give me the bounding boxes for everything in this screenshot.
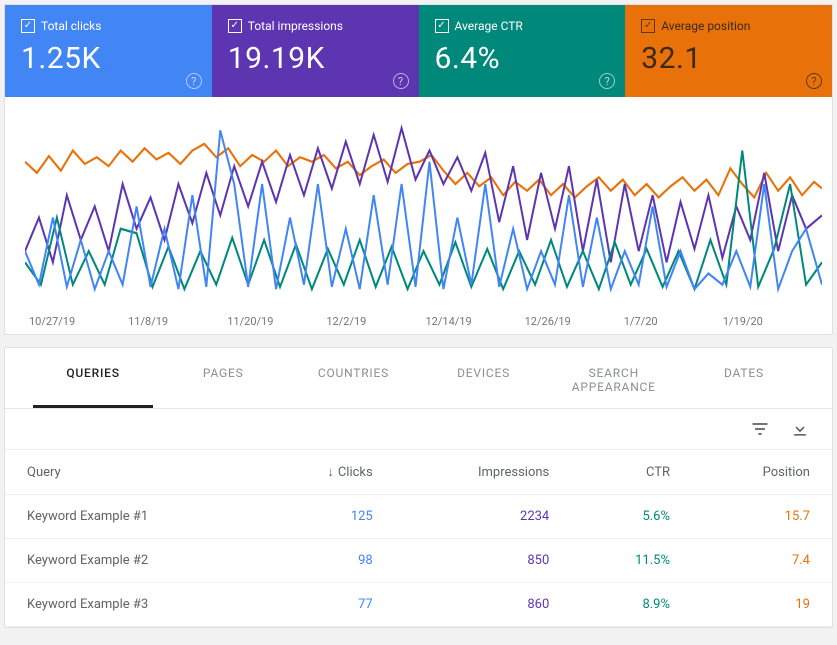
cell-impressions: 860 xyxy=(395,583,572,627)
tile-value: 1.25K xyxy=(21,41,196,76)
metric-tiles: ✓ Total clicks 1.25K ? ✓ Total impressio… xyxy=(5,5,832,97)
x-tick: 1/19/20 xyxy=(723,315,822,328)
tab-devices[interactable]: DEVICES xyxy=(424,348,544,408)
cell-clicks: 125 xyxy=(258,495,395,539)
chart-x-axis: 10/27/19 11/8/19 11/20/19 12/2/19 12/14/… xyxy=(25,315,822,328)
x-tick: 1/7/20 xyxy=(624,315,723,328)
sort-arrow-icon: ↓ xyxy=(327,464,334,480)
help-icon[interactable]: ? xyxy=(393,73,409,89)
queries-card: QUERIES PAGES COUNTRIES DEVICES SEARCH A… xyxy=(4,347,833,628)
checkbox-icon: ✓ xyxy=(21,19,35,33)
x-tick: 12/26/19 xyxy=(525,315,624,328)
tab-queries[interactable]: QUERIES xyxy=(33,348,153,408)
table-header-row: Query ↓ Clicks Impressions CTR Position xyxy=(5,450,832,495)
x-tick: 10/27/19 xyxy=(29,315,128,328)
tile-total-impressions[interactable]: ✓ Total impressions 19.19K ? xyxy=(212,5,419,97)
dimension-tabs: QUERIES PAGES COUNTRIES DEVICES SEARCH A… xyxy=(5,348,832,409)
series-position xyxy=(25,144,822,198)
tab-dates[interactable]: DATES xyxy=(684,348,804,408)
x-tick: 12/14/19 xyxy=(426,315,525,328)
tile-label: Average position xyxy=(661,19,750,33)
performance-chart: 10/27/19 11/8/19 11/20/19 12/2/19 12/14/… xyxy=(5,97,832,334)
col-position[interactable]: Position xyxy=(692,450,832,495)
performance-card: ✓ Total clicks 1.25K ? ✓ Total impressio… xyxy=(4,4,833,335)
cell-query: Keyword Example #1 xyxy=(5,495,258,539)
cell-impressions: 2234 xyxy=(395,495,572,539)
cell-clicks: 77 xyxy=(258,583,395,627)
cell-impressions: 850 xyxy=(395,539,572,583)
cell-query: Keyword Example #2 xyxy=(5,539,258,583)
tile-average-ctr[interactable]: ✓ Average CTR 6.4% ? xyxy=(419,5,626,97)
col-impressions[interactable]: Impressions xyxy=(395,450,572,495)
help-icon[interactable]: ? xyxy=(186,73,202,89)
table-row[interactable]: Keyword Example #2 98 850 11.5% 7.4 xyxy=(5,539,832,583)
tile-label: Average CTR xyxy=(455,19,523,33)
x-tick: 11/20/19 xyxy=(227,315,326,328)
tile-value: 19.19K xyxy=(228,41,403,76)
tile-label: Total impressions xyxy=(248,19,343,33)
cell-query: Keyword Example #3 xyxy=(5,583,258,627)
x-tick: 12/2/19 xyxy=(326,315,425,328)
table-toolbar xyxy=(5,409,832,450)
filter-icon[interactable] xyxy=(750,419,770,439)
cell-position: 15.7 xyxy=(692,495,832,539)
cell-clicks: 98 xyxy=(258,539,395,583)
tab-search-appearance[interactable]: SEARCH APPEARANCE xyxy=(554,348,674,408)
col-query[interactable]: Query xyxy=(5,450,258,495)
help-icon[interactable]: ? xyxy=(599,73,615,89)
download-icon[interactable] xyxy=(790,419,810,439)
tab-countries[interactable]: COUNTRIES xyxy=(293,348,413,408)
cell-position: 7.4 xyxy=(692,539,832,583)
tab-pages[interactable]: PAGES xyxy=(163,348,283,408)
col-ctr[interactable]: CTR xyxy=(571,450,692,495)
cell-ctr: 8.9% xyxy=(571,583,692,627)
tile-value: 6.4% xyxy=(435,41,610,76)
table-row[interactable]: Keyword Example #3 77 860 8.9% 19 xyxy=(5,583,832,627)
checkbox-icon: ✓ xyxy=(435,19,449,33)
x-tick: 11/8/19 xyxy=(128,315,227,328)
tile-value: 32.1 xyxy=(641,41,816,76)
checkbox-icon: ✓ xyxy=(228,19,242,33)
table-row[interactable]: Keyword Example #1 125 2234 5.6% 15.7 xyxy=(5,495,832,539)
tile-average-position[interactable]: ✓ Average position 32.1 ? xyxy=(625,5,832,97)
tile-label: Total clicks xyxy=(41,19,101,33)
chart-svg xyxy=(25,117,822,307)
cell-position: 19 xyxy=(692,583,832,627)
tile-total-clicks[interactable]: ✓ Total clicks 1.25K ? xyxy=(5,5,212,97)
help-icon[interactable]: ? xyxy=(806,73,822,89)
cell-ctr: 11.5% xyxy=(571,539,692,583)
checkbox-icon: ✓ xyxy=(641,19,655,33)
col-clicks[interactable]: ↓ Clicks xyxy=(258,450,395,495)
cell-ctr: 5.6% xyxy=(571,495,692,539)
queries-table: Query ↓ Clicks Impressions CTR Position … xyxy=(5,450,832,627)
